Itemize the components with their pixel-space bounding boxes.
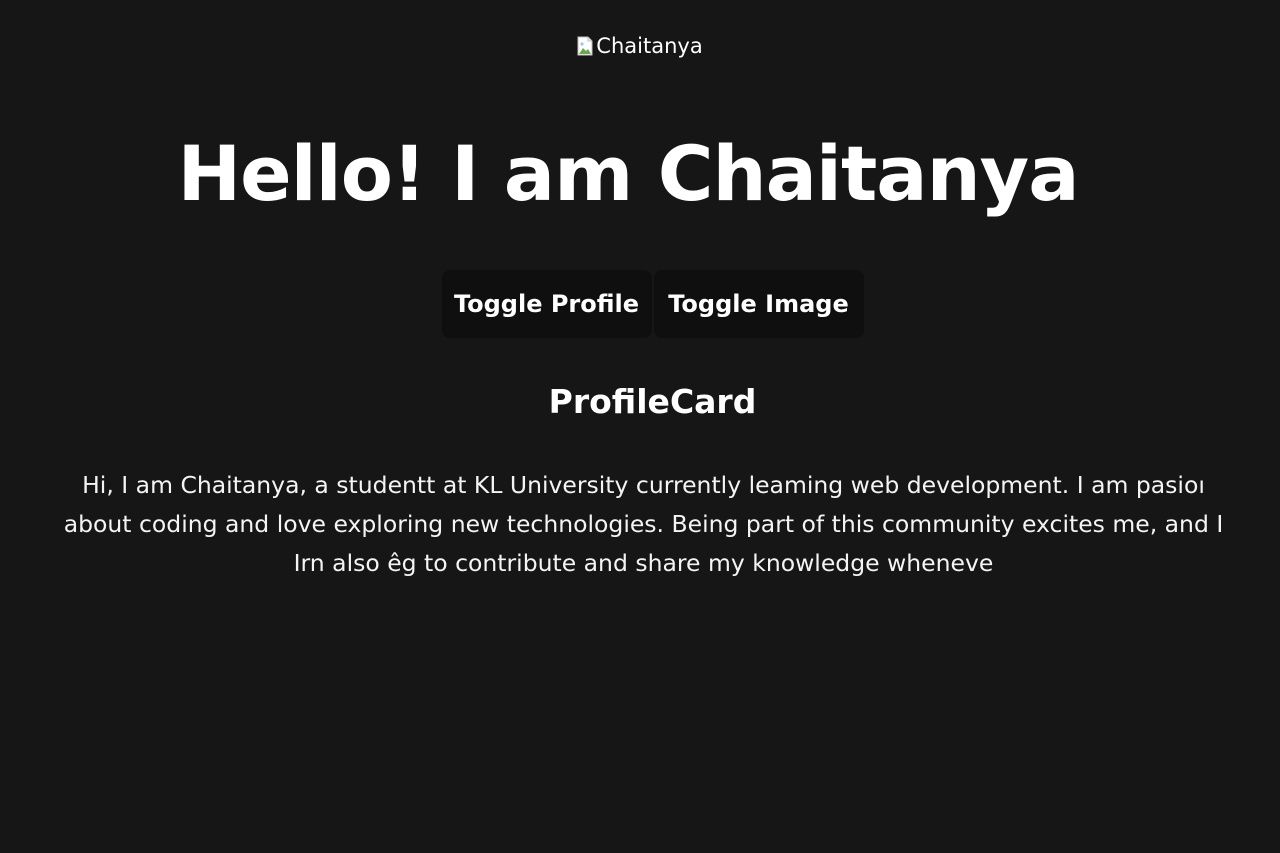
hero-title: Hello! I am Chaitanya: [177, 129, 1079, 218]
logo: Chaitanya: [0, 29, 1280, 70]
toggle-image-button[interactable]: Toggle Image: [653, 270, 864, 338]
toggle-button-group: Toggle Profile Toggle Image: [0, 270, 1280, 338]
toggle-profile-button[interactable]: Toggle Profile: [441, 270, 652, 338]
logo-alt-text: Chaitanya: [596, 34, 703, 58]
broken-image-icon: [577, 32, 593, 56]
profile-bio: Hi, I am Chaitanya, a studentt at KL Uni…: [63, 471, 1224, 577]
profile-card-title: ProfileCard: [548, 382, 757, 421]
